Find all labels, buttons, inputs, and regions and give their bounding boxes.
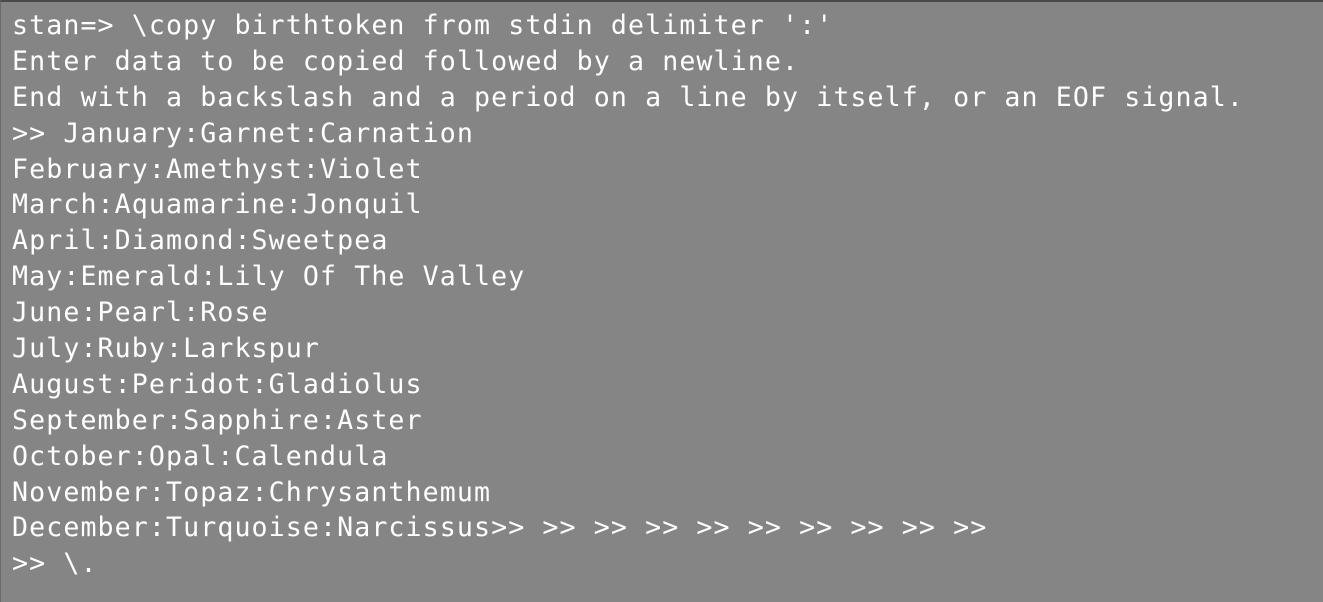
terminal-input-line: September:Sapphire:Aster — [12, 404, 423, 436]
terminal-input-line: November:Topaz:Chrysanthemum — [12, 476, 492, 508]
terminal-input-line: December:Turquoise:Narcissus>> >> >> >> … — [12, 512, 988, 544]
terminal-output-line: Enter data to be copied followed by a ne… — [12, 45, 800, 77]
terminal-input-line: February:Amethyst:Violet — [12, 153, 423, 185]
terminal-input-line: >> January:Garnet:Carnation — [12, 117, 474, 149]
terminal-input-line: August:Peridot:Gladiolus — [12, 368, 423, 400]
terminal-input-line: June:Pearl:Rose — [12, 297, 269, 329]
terminal-input-line: >> \. — [12, 548, 98, 580]
terminal-command-line: stan=> \copy birthtoken from stdin delim… — [12, 10, 834, 41]
terminal-input-line: March:Aquamarine:Jonquil — [12, 189, 423, 221]
terminal-window[interactable]: stan=> \copy birthtoken from stdin delim… — [0, 0, 1323, 602]
terminal-input-line: April:Diamond:Sweetpea — [12, 225, 389, 257]
terminal-input-line: October:Opal:Calendula — [12, 440, 389, 472]
terminal-input-line: July:Ruby:Larkspur — [12, 333, 320, 365]
terminal-input-line: May:Emerald:Lily Of The Valley — [12, 261, 526, 293]
terminal-output-line: End with a backslash and a period on a l… — [12, 81, 1244, 113]
